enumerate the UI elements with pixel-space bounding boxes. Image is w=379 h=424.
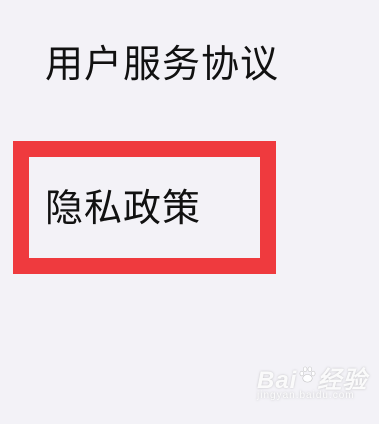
paw-icon <box>299 366 316 383</box>
user-service-agreement-item[interactable]: 用户服务协议 <box>45 42 279 86</box>
baidu-jingyan-watermark: Bai 经验 jingyan.baidu.com <box>257 360 366 410</box>
watermark-url: jingyan.baidu.com <box>257 390 355 401</box>
highlight-box <box>13 141 276 274</box>
